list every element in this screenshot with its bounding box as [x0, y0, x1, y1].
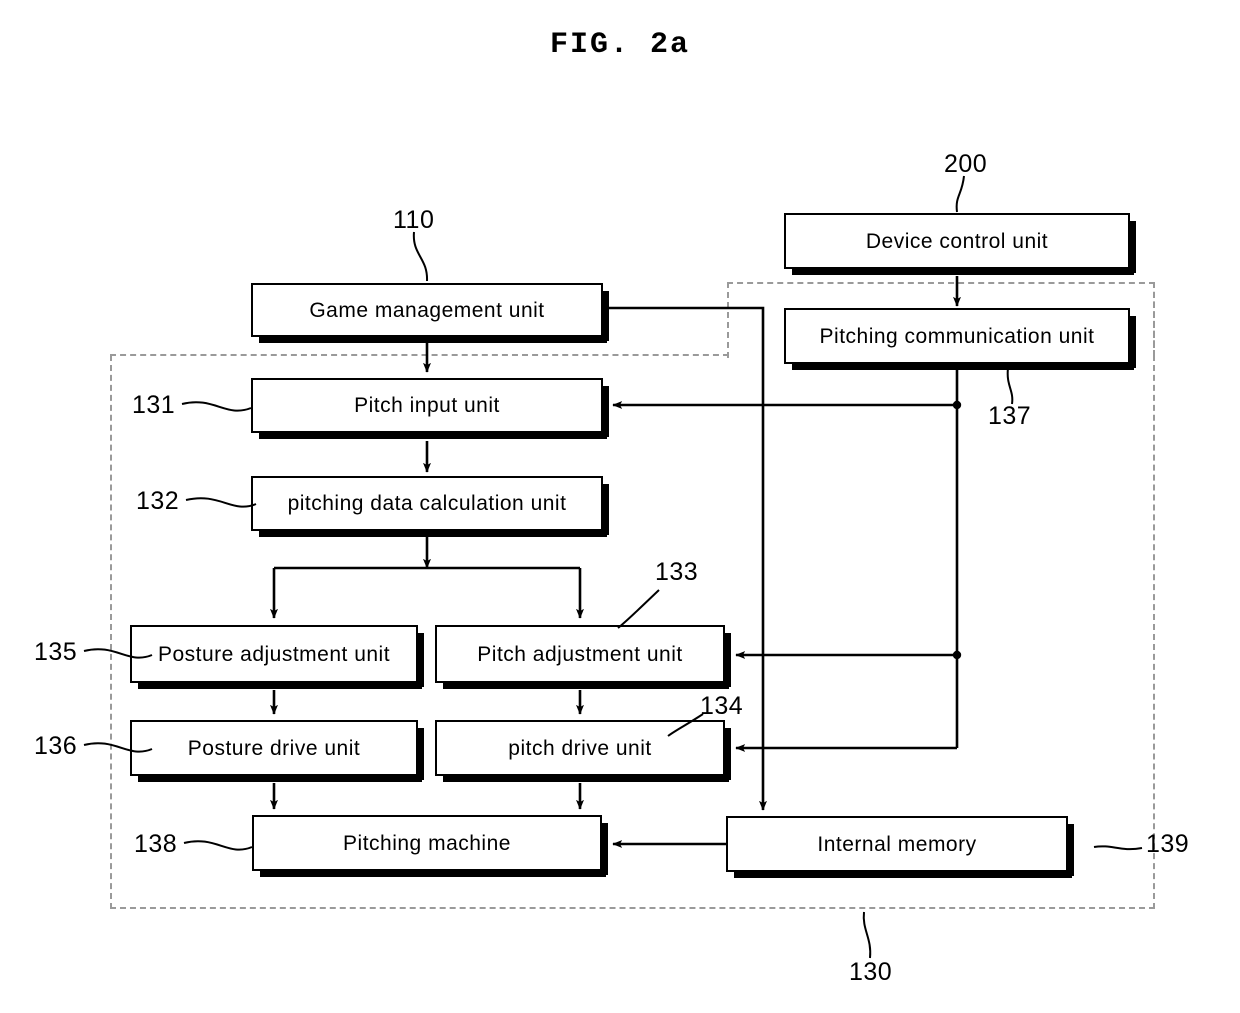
ref-133: 133: [655, 558, 699, 586]
ref-135: 135: [34, 638, 78, 666]
ref-137: 137: [988, 402, 1032, 430]
leader-200: [955, 175, 965, 213]
leader-line-layer: [83, 175, 1143, 959]
ref-132: 132: [136, 487, 180, 515]
ref-139: 139: [1146, 830, 1190, 858]
leader-110: [412, 231, 429, 282]
leader-136: [83, 742, 153, 753]
leader-134: [667, 713, 704, 737]
leader-135: [83, 648, 153, 659]
ref-134: 134: [700, 692, 744, 720]
leader-131: [181, 401, 252, 412]
leader-138: [183, 840, 253, 851]
ref-136: 136: [34, 732, 78, 760]
ref-110: 110: [393, 206, 435, 234]
leader-130: [862, 911, 872, 959]
figure-canvas: FIG. 2a Device control unit Pitching com…: [0, 0, 1240, 1013]
leader-132: [185, 497, 257, 508]
leader-133: [617, 589, 660, 629]
ref-130: 130: [849, 958, 893, 986]
ref-138: 138: [134, 830, 178, 858]
ref-200: 200: [944, 150, 988, 178]
leader-137: [1006, 367, 1014, 405]
ref-131: 131: [132, 391, 176, 419]
leader-139: [1093, 845, 1143, 851]
